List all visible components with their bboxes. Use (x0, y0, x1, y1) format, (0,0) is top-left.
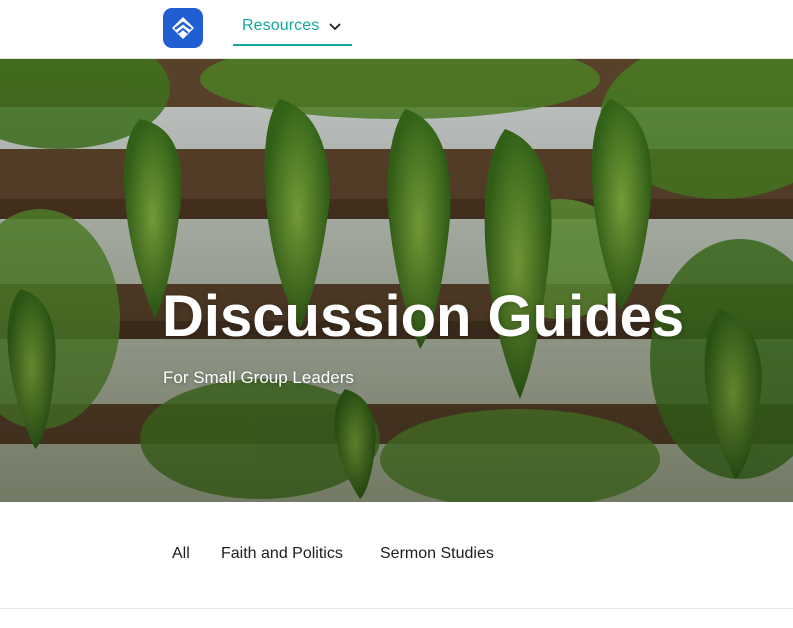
filter-faith-and-politics[interactable]: Faith and Politics (221, 545, 343, 563)
grapevine-pergola-photo (0, 59, 793, 502)
filter-all[interactable]: All (172, 545, 190, 563)
church-logo-icon[interactable] (163, 8, 203, 48)
top-navigation-bar: Resources (0, 0, 793, 59)
resources-label: Resources (242, 17, 320, 34)
filter-sermon-studies[interactable]: Sermon Studies (380, 545, 494, 563)
page-subtitle: For Small Group Leaders (163, 368, 354, 387)
page-title: Discussion Guides (162, 284, 685, 349)
category-filter-bar: All Faith and Politics Sermon Studies (0, 502, 793, 609)
hero-banner: Discussion Guides For Small Group Leader… (0, 59, 793, 502)
chevron-down-icon (329, 23, 341, 31)
resources-menu[interactable]: Resources (233, 8, 352, 46)
